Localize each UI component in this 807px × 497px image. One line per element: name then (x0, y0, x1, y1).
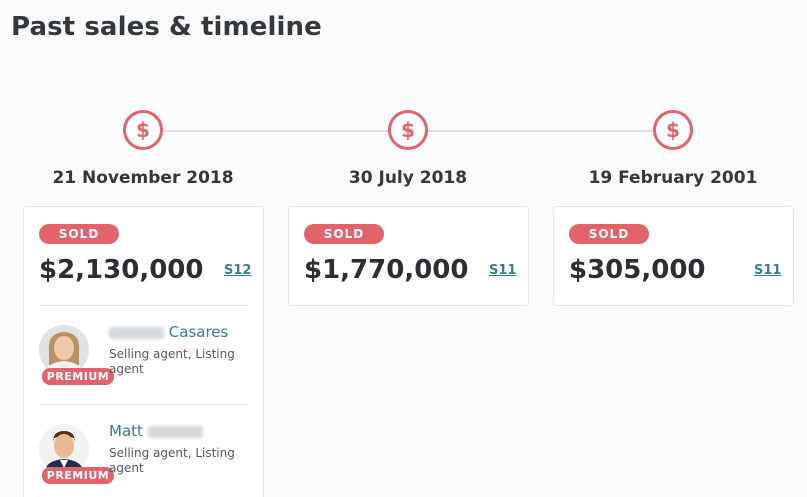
source-link[interactable]: S11 (754, 263, 781, 278)
sale-card: SOLD $2,130,000 S12 PREMIUM Casares Sell… (23, 206, 264, 497)
sale-price: $1,770,000 (304, 255, 469, 285)
sold-badge: SOLD (569, 224, 649, 244)
sale-date: 21 November 2018 (52, 168, 234, 188)
sale-card: SOLD $1,770,000 S11 (288, 206, 529, 306)
dollar-icon: $ (653, 110, 693, 150)
agent-first-name: Matt (109, 422, 143, 440)
source-link[interactable]: S11 (489, 263, 516, 278)
redacted-first-name (109, 326, 164, 339)
sale-price: $305,000 (569, 255, 706, 285)
agent-name[interactable]: Casares (109, 323, 228, 341)
premium-badge: PREMIUM (42, 368, 114, 385)
agent-name[interactable]: Matt (109, 422, 203, 440)
dollar-icon: $ (388, 110, 428, 150)
source-link[interactable]: S12 (224, 263, 251, 278)
agent-last-name: Casares (168, 323, 229, 341)
sale-date: 19 February 2001 (588, 168, 758, 188)
agent-role: Selling agent, Listing agent (109, 347, 235, 376)
divider (39, 404, 249, 405)
premium-badge: PREMIUM (42, 467, 114, 484)
page-title: Past sales & timeline (11, 12, 322, 42)
redacted-last-name (147, 425, 203, 438)
sold-badge: SOLD (39, 224, 119, 244)
agent-role: Selling agent, Listing agent (109, 446, 235, 475)
past-sales-section: Past sales & timeline $ $ $ 21 November … (0, 0, 807, 497)
divider (39, 305, 249, 306)
sale-date: 30 July 2018 (348, 168, 468, 188)
sale-card: SOLD $305,000 S11 (553, 206, 794, 306)
sale-price: $2,130,000 (39, 255, 204, 285)
dollar-icon: $ (123, 110, 163, 150)
sold-badge: SOLD (304, 224, 384, 244)
